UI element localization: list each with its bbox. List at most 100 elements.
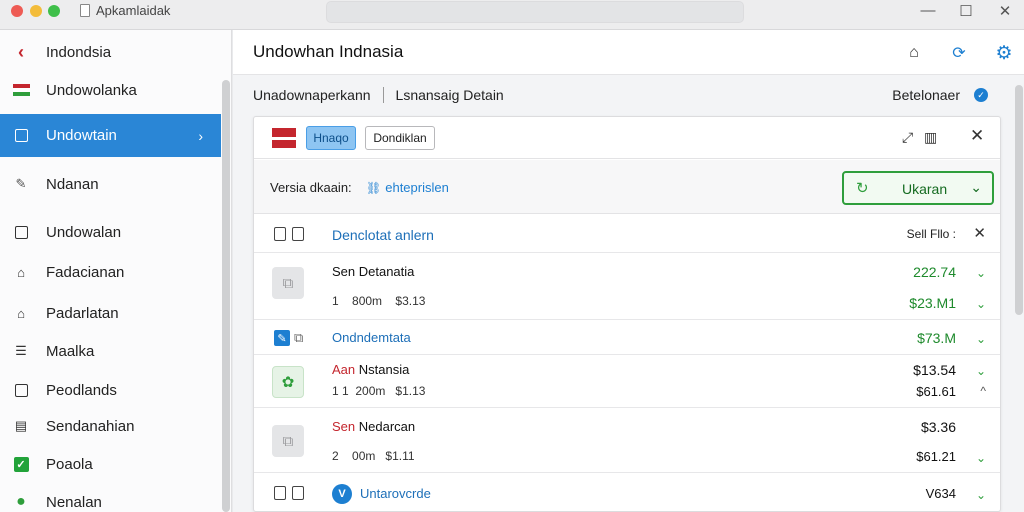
page-title: Undowhan Indnasia (253, 42, 404, 61)
sidebar-item-undowolanka[interactable]: Undowolanka (0, 70, 221, 110)
home-icon[interactable]: ⌂ (903, 42, 925, 64)
item-meta: 1 800m $3.13 (332, 294, 425, 308)
image-placeholder-icon: ⧉ (272, 425, 304, 457)
list-item[interactable]: ⧉ Sen Nedarcan 2 00m $1.11 $3.36 $61.21 … (254, 409, 1000, 473)
list-item[interactable]: ✎ ⧉ Ondndemtata $73.M ⌄ (254, 321, 1000, 355)
item-value: $13.54 (913, 362, 956, 378)
sidebar-item-label: Undowalan (46, 223, 122, 241)
sidebar-item-maalka[interactable]: ☰ Maalka (0, 331, 221, 371)
close-panel-icon[interactable]: ✕ (970, 126, 984, 146)
sidebar-item-label: Undowolanka (46, 81, 137, 99)
filter-bar: Versia dkaain: ⛓ ehteprislen ↻ Ukaran ⌄ (254, 160, 1000, 214)
minimize-window-button[interactable] (30, 5, 42, 17)
close-window-button[interactable] (11, 5, 23, 17)
chevron-down-icon[interactable]: ⌄ (976, 364, 986, 378)
breadcrumb-second[interactable]: Lsnansaig Detain (396, 87, 504, 103)
close-icon[interactable]: ✕ (995, 2, 1015, 20)
zoom-window-button[interactable] (48, 5, 60, 17)
checkbox[interactable] (292, 486, 304, 500)
primary-tab-button[interactable]: Hnaqo (306, 126, 356, 150)
list-item[interactable]: V Untarovcrde V634 ⌄ (254, 474, 1000, 512)
item-value: 222.74 (913, 264, 956, 280)
link-icon: ⛓ (366, 180, 382, 195)
item-meta: 2 00m $1.11 (332, 449, 415, 463)
filter-link-text: ehteprislen (385, 180, 449, 195)
checkbox[interactable] (292, 227, 304, 241)
chevron-down-icon[interactable]: ⌄ (976, 451, 986, 465)
window-icon (12, 127, 30, 145)
panel-icon[interactable]: ▥ (924, 129, 937, 146)
list-item[interactable]: ✿ Aan Nstansia 1 1 200m $1.13 $13.54 ⌄ $… (254, 356, 1000, 408)
item-value: V634 (925, 486, 956, 501)
sidebar-item-undowalan[interactable]: Undowalan (0, 212, 221, 252)
sidebar-item-nenalan[interactable]: ● Nenalan (0, 482, 221, 512)
filter-link[interactable]: ⛓ ehteprislen (366, 180, 449, 195)
status-select[interactable]: ↻ Ukaran ⌄ (842, 171, 994, 205)
chevron-up-icon[interactable]: ^ (980, 384, 986, 398)
checkbox[interactable] (274, 486, 286, 500)
document-icon (80, 4, 90, 17)
item-meta-b: 200m (355, 384, 386, 398)
expand-icon[interactable]: ⤢ (902, 129, 913, 146)
item-meta-c: $1.13 (395, 384, 426, 398)
chevron-down-icon[interactable]: ⌄ (976, 266, 986, 280)
sidebar-item-peodlands[interactable]: Peodlands (0, 370, 221, 410)
square-icon (12, 223, 30, 241)
maximize-icon[interactable]: ☐ (956, 2, 976, 20)
main-header: Undowhan Indnasia ⌂ ⟳ ⚙ (233, 30, 1024, 75)
main-scrollbar[interactable] (1015, 85, 1023, 315)
window-title: Apkamlaidak (80, 3, 170, 18)
item-name: Sen Nedarcan (332, 419, 415, 434)
sidebar-item-ndanan[interactable]: ✎ Ndanan (0, 164, 221, 204)
item-value-secondary: $23.M1 (909, 295, 956, 311)
list-icon: ☰ (15, 343, 27, 358)
gear-icon[interactable]: ⚙ (993, 42, 1015, 64)
checked-checkbox[interactable]: ✎ (274, 330, 290, 346)
info-icon[interactable]: ✓ (974, 88, 988, 102)
breadcrumb-right-label[interactable]: Betelonaer (892, 87, 960, 103)
sidebar-item-label: Ndanan (46, 175, 99, 193)
breadcrumb-first[interactable]: Unadownaperkann (253, 87, 371, 103)
plant-icon: ✿ (272, 366, 304, 398)
breadcrumb-separator (382, 87, 384, 103)
item-meta-a: 2 (332, 449, 339, 463)
main-content: Undowhan Indnasia ⌂ ⟳ ⚙ Unadownaperkann … (233, 30, 1024, 512)
item-meta-c: $1.11 (385, 449, 415, 463)
image-placeholder-icon: ⧉ (272, 267, 304, 299)
chevron-down-icon[interactable]: ⌄ (976, 488, 986, 502)
list-header-sort[interactable]: Sell Fllo : (907, 227, 956, 241)
sync-icon[interactable]: ⟳ (948, 42, 970, 64)
item-name-main: Nstansia (358, 362, 410, 377)
sidebar-item-fadacianan[interactable]: ⌂ Fadacianan (0, 252, 221, 292)
sidebar-item-indondsia[interactable]: ‹ Indondsia (0, 32, 221, 72)
list-item[interactable]: ⧉ Sen Detanatia 1 800m $3.13 222.74 ⌄ $2… (254, 254, 1000, 320)
checkbox[interactable] (274, 227, 286, 241)
minimize-icon[interactable]: — (918, 2, 938, 19)
chevron-right-icon: › (198, 127, 203, 144)
item-meta-c: $3.13 (395, 294, 426, 308)
sidebar-scrollbar[interactable] (222, 80, 230, 512)
status-select-value: Ukaran (902, 181, 948, 197)
panel-toolbar: Hnaqo Dondiklan ⤢ ▥ ✕ (254, 117, 1000, 159)
item-meta-b: 800m (352, 294, 383, 308)
sidebar-item-label: Indondsia (46, 43, 112, 61)
sidebar-item-sendanahian[interactable]: ▤ Sendanahian (0, 406, 221, 446)
item-name: Ondndemtata (332, 330, 411, 345)
refresh-icon: ↻ (856, 180, 869, 197)
item-name: Sen Detanatia (332, 264, 415, 279)
sidebar-item-undowtain[interactable]: Undowtain › (0, 114, 221, 157)
item-name: Aan Nstansia (332, 362, 409, 377)
list-header-title[interactable]: Denclotat anlern (332, 227, 434, 243)
breadcrumb: Unadownaperkann Lsnansaig Detain (253, 87, 504, 103)
close-icon[interactable]: ✕ (973, 224, 986, 242)
sidebar-item-label: Peodlands (46, 381, 117, 399)
sidebar-item-padarlatan[interactable]: ⌂ Padarlatan (0, 293, 221, 333)
address-bar[interactable] (326, 1, 744, 23)
detail-panel: Hnaqo Dondiklan ⤢ ▥ ✕ Versia dkaain: ⛓ e… (253, 116, 1001, 512)
sidebar-item-poaola[interactable]: ✓ Poaola (0, 444, 221, 484)
flag-icon (12, 81, 30, 99)
secondary-tab-button[interactable]: Dondiklan (365, 126, 435, 150)
chevron-down-icon[interactable]: ⌄ (976, 332, 986, 346)
chevron-down-icon[interactable]: ⌄ (976, 297, 986, 311)
verified-icon: V (332, 484, 352, 504)
